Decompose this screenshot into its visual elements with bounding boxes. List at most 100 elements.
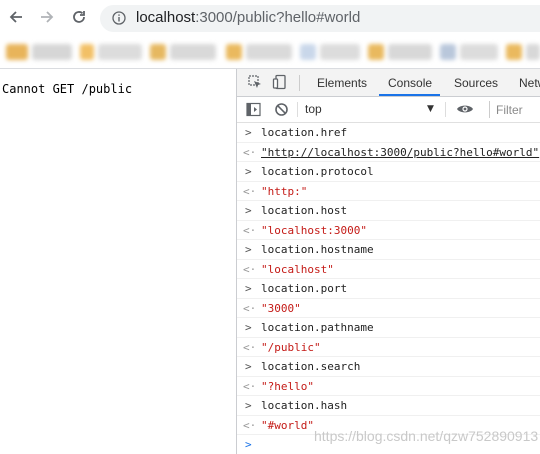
- console-input-row: > location.hash: [237, 396, 540, 416]
- forward-arrow-icon: [41, 11, 54, 23]
- console-input-row: > location.href: [237, 123, 540, 143]
- console-input-row: > location.port: [237, 279, 540, 299]
- error-message: Cannot GET /public: [2, 82, 133, 96]
- reload-button[interactable]: [68, 6, 90, 28]
- address-bar[interactable]: localhost:3000/public?hello#world: [100, 5, 540, 32]
- result-arrow-icon: <·: [243, 223, 257, 237]
- devtools-panel: Elements Console Sources Netw top ▼ > loc…: [236, 69, 540, 454]
- console-sidebar-icon[interactable]: [246, 102, 261, 117]
- bookmark-item[interactable]: [440, 44, 456, 60]
- console-result-value: "3000": [261, 301, 301, 315]
- console-input-text[interactable]: location.search: [261, 360, 360, 373]
- tab-network[interactable]: Netw: [519, 76, 540, 90]
- console-input-text[interactable]: location.host: [261, 204, 347, 217]
- result-arrow-icon: <·: [243, 418, 257, 432]
- tab-console[interactable]: Console: [388, 76, 432, 90]
- result-arrow-icon: <·: [243, 145, 257, 159]
- live-expression-eye-icon[interactable]: [456, 103, 474, 115]
- console-input-text[interactable]: location.hash: [261, 399, 347, 412]
- info-icon[interactable]: [112, 11, 126, 25]
- url-host: localhost: [136, 9, 196, 26]
- bookmark-item[interactable]: [150, 44, 166, 60]
- console-input-text[interactable]: location.hostname: [261, 243, 374, 256]
- toolbar-separator: [445, 102, 446, 117]
- bookmark-item[interactable]: [320, 44, 360, 60]
- reload-icon: [73, 11, 85, 23]
- console-result-value: "/public": [261, 340, 321, 354]
- input-chevron-icon: >: [245, 243, 252, 256]
- input-chevron-icon: >: [245, 321, 252, 334]
- console-input-row: > location.hostname: [237, 240, 540, 260]
- input-chevron-icon: >: [245, 126, 252, 139]
- result-arrow-icon: <·: [243, 301, 257, 315]
- bookmark-item[interactable]: [226, 44, 242, 60]
- bookmark-item[interactable]: [460, 44, 498, 60]
- result-arrow-icon: <·: [243, 340, 257, 354]
- bookmarks-bar: [0, 36, 540, 69]
- device-toolbar-icon[interactable]: [272, 74, 288, 90]
- back-button[interactable]: [5, 6, 27, 28]
- bookmark-item[interactable]: [80, 44, 94, 60]
- page-viewport: Cannot GET /public: [0, 69, 236, 454]
- console-result-value: "http:": [261, 184, 308, 198]
- url-text[interactable]: localhost:3000/public?hello#world: [136, 9, 360, 26]
- bookmark-item[interactable]: [300, 44, 316, 60]
- toolbar-separator: [297, 102, 298, 117]
- devtools-tabbar: Elements Console Sources Netw: [237, 69, 540, 97]
- console-input-text[interactable]: location.port: [261, 282, 347, 295]
- tab-separator: [299, 75, 300, 91]
- console-result-row: <· "3000": [237, 299, 540, 318]
- console-result-row: <· "localhost": [237, 260, 540, 279]
- console-input-row: > location.protocol: [237, 162, 540, 182]
- context-selector[interactable]: top: [305, 102, 322, 116]
- bookmark-item[interactable]: [388, 44, 432, 60]
- bookmark-item[interactable]: [98, 44, 142, 60]
- console-input-text[interactable]: location.protocol: [261, 165, 374, 178]
- input-chevron-icon: >: [245, 282, 252, 295]
- console-result-value: "localhost": [261, 262, 334, 276]
- console-result-row: <· "?hello": [237, 377, 540, 396]
- console-result-row: <· "localhost:3000": [237, 221, 540, 240]
- console-filter-input[interactable]: [489, 101, 540, 118]
- bookmark-item[interactable]: [32, 44, 72, 60]
- console-input-row: > location.host: [237, 201, 540, 221]
- input-chevron-icon: >: [245, 204, 252, 217]
- console-input-row: > location.search: [237, 357, 540, 377]
- active-tab-indicator: [379, 94, 440, 96]
- inspect-element-icon[interactable]: [247, 74, 263, 90]
- input-chevron-icon: >: [245, 165, 252, 178]
- bookmark-item[interactable]: [526, 44, 540, 60]
- console-input-text[interactable]: location.href: [261, 126, 347, 139]
- console-result-row: <· "http://localhost:3000/public?hello#wo…: [237, 143, 540, 162]
- bookmark-item[interactable]: [170, 44, 216, 60]
- input-chevron-icon: >: [245, 399, 252, 412]
- console-result-value: "#world": [261, 418, 314, 432]
- console-log: > location.href <· "http://localhost:3000/p…: [237, 123, 540, 435]
- result-arrow-icon: <·: [243, 262, 257, 276]
- console-result-value[interactable]: "http://localhost:3000/public?hello#worl…: [261, 146, 539, 159]
- result-arrow-icon: <·: [243, 184, 257, 198]
- console-result-value: "?hello": [261, 379, 314, 393]
- bookmark-item[interactable]: [6, 44, 28, 60]
- chevron-down-icon[interactable]: ▼: [427, 104, 434, 114]
- console-input-row: > location.pathname: [237, 318, 540, 338]
- input-chevron-icon: >: [245, 360, 252, 373]
- url-path: :3000/public?hello#world: [195, 9, 361, 26]
- browser-toolbar: localhost:3000/public?hello#world: [0, 0, 540, 36]
- bookmark-item[interactable]: [246, 44, 292, 60]
- bookmark-item[interactable]: [368, 44, 384, 60]
- console-input-text[interactable]: location.pathname: [261, 321, 374, 334]
- console-result-value: "localhost:3000": [261, 223, 367, 237]
- console-prompt-caret[interactable]: >: [245, 438, 252, 451]
- console-result-row: <· "http:": [237, 182, 540, 201]
- forward-button[interactable]: [36, 6, 58, 28]
- clear-console-icon[interactable]: [274, 102, 289, 117]
- result-arrow-icon: <·: [243, 379, 257, 393]
- tab-elements[interactable]: Elements: [317, 76, 367, 90]
- console-toolbar: top ▼: [237, 97, 540, 123]
- back-arrow-icon: [9, 11, 22, 23]
- watermark: https://blog.csdn.net/qzw752890913: [314, 428, 539, 444]
- bookmark-item[interactable]: [506, 44, 522, 60]
- console-result-row: <· "/public": [237, 338, 540, 357]
- tab-sources[interactable]: Sources: [454, 76, 498, 90]
